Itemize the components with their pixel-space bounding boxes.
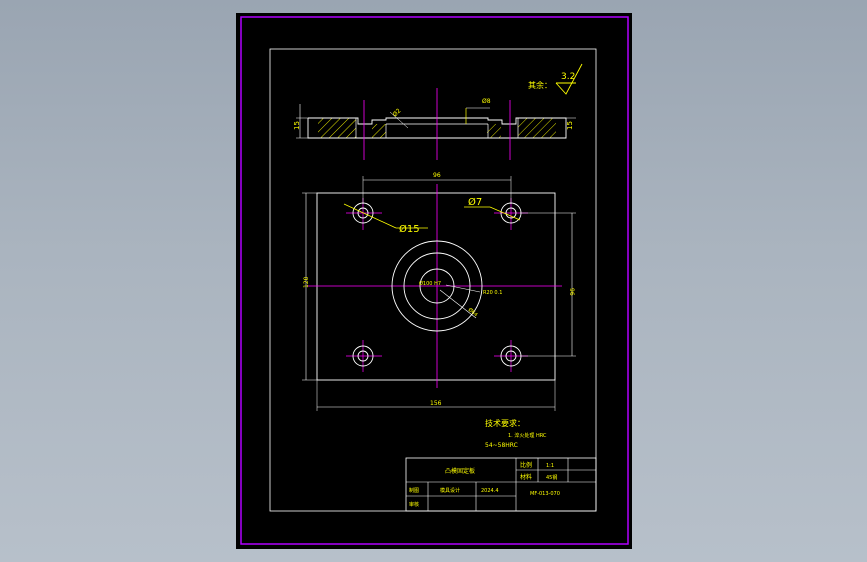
tech-req-title: 技术要求：: [485, 418, 525, 428]
title-material-value: 45钢: [546, 474, 557, 481]
title-designer-label: 制图: [409, 487, 419, 494]
dim-ring-inner: R20 0.1: [483, 290, 502, 296]
dim-center-bore: Ø100 H7: [419, 280, 441, 287]
title-date: 2024.4: [481, 488, 499, 494]
section-hatch-right: [518, 118, 556, 138]
section-dim-counterbore: Ø8: [482, 98, 491, 105]
title-school: 模具设计: [440, 487, 460, 494]
title-part-name: 凸模固定板: [445, 467, 475, 475]
title-scale-label: 比例: [520, 461, 532, 469]
dim-plate-height: 120: [303, 276, 310, 288]
tech-req-line2: 54~58HRC: [485, 442, 518, 449]
title-checker-label: 审核: [409, 501, 419, 508]
dim-hole-spacing-y: 96: [568, 288, 575, 296]
section-hatch-mid-right: [487, 124, 501, 138]
roughness-label: 其余：: [528, 80, 552, 90]
title-drawing-no: MF-013-070: [530, 491, 560, 497]
section-hatch-left: [318, 118, 356, 138]
dim-hole-spacing-x: 96: [433, 172, 441, 179]
section-hatch-mid-left: [372, 124, 386, 138]
section-dim-left: 15: [293, 121, 301, 130]
dim-plate-width: 156: [430, 400, 442, 407]
dim-small-hole: Ø7: [468, 196, 482, 208]
section-dim-right: 15: [566, 121, 574, 130]
cad-viewport[interactable]: 15 15 Ø2 Ø8 其余： 3.2 Ø100 H7 R20 0.1 Ø64 …: [0, 0, 867, 562]
dim-big-hole: Ø15: [399, 223, 420, 235]
title-material-label: 材料: [520, 473, 532, 481]
title-scale-value: 1:1: [546, 463, 554, 469]
tech-req-line1: 1. 淬火处理 HRC: [508, 432, 547, 439]
